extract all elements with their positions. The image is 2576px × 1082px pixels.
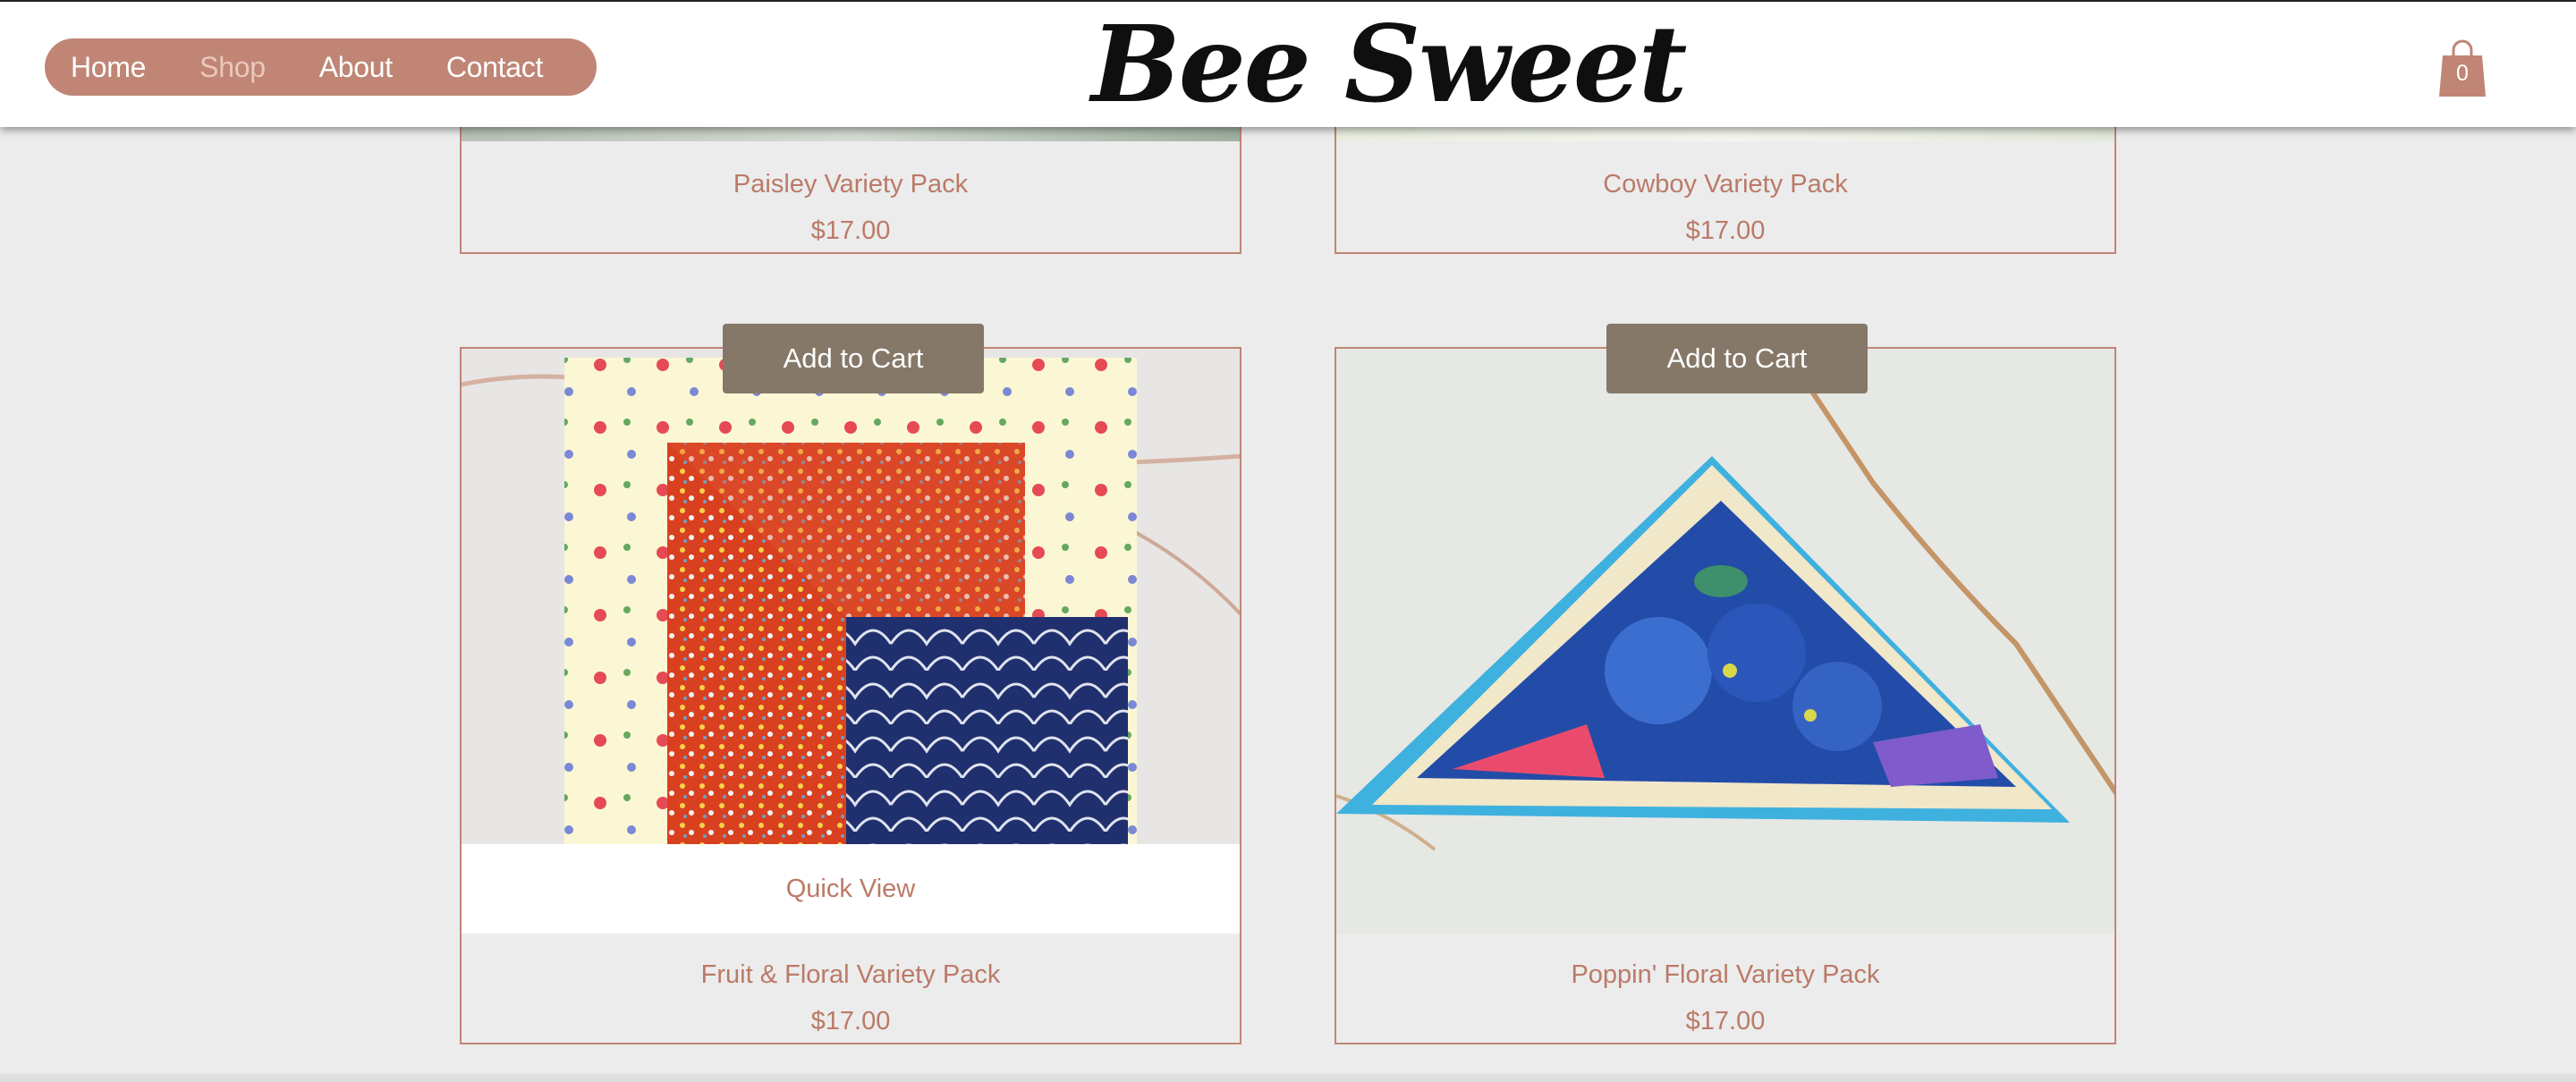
cart-count: 0 xyxy=(2456,61,2469,86)
nav-contact[interactable]: Contact xyxy=(446,51,543,84)
product-card-fruit-floral[interactable]: Quick View Fruit & Floral Variety Pack $… xyxy=(460,347,1241,1044)
site-logo[interactable]: Bee Sweet xyxy=(1091,2,1687,127)
product-title[interactable]: Fruit & Floral Variety Pack xyxy=(462,960,1240,990)
product-price: $17.00 xyxy=(1685,216,1766,245)
product-title[interactable]: Paisley Variety Pack xyxy=(462,170,1240,199)
product-image-cowboy[interactable] xyxy=(1336,127,2114,141)
fabric-wraps-image xyxy=(462,349,1240,844)
nav-shop[interactable]: Shop xyxy=(199,51,266,84)
product-price: $17.00 xyxy=(810,1007,891,1036)
product-title[interactable]: Cowboy Variety Pack xyxy=(1336,170,2114,199)
triangle-wraps-image xyxy=(1336,349,2114,934)
add-to-cart-button[interactable]: Add to Cart xyxy=(723,324,984,393)
product-title[interactable]: Poppin' Floral Variety Pack xyxy=(1336,960,2114,990)
nav-home[interactable]: Home xyxy=(71,51,146,84)
product-image-paisley[interactable] xyxy=(462,127,1240,141)
product-price: $17.00 xyxy=(1685,1007,1766,1036)
product-card-poppin-floral[interactable]: Poppin' Floral Variety Pack $17.00 xyxy=(1335,347,2116,1044)
product-image-poppin-floral[interactable] xyxy=(1336,349,2114,934)
site-header: Home Shop About Contact Bee Sweet 0 xyxy=(0,0,2576,127)
nav-about[interactable]: About xyxy=(319,51,393,84)
product-image-fruit-floral[interactable] xyxy=(462,349,1240,844)
page-bottom-edge xyxy=(0,1073,2576,1082)
product-price: $17.00 xyxy=(810,216,891,245)
cart-button[interactable]: 0 xyxy=(2437,38,2487,98)
add-to-cart-button[interactable]: Add to Cart xyxy=(1606,324,1868,393)
quick-view-button[interactable]: Quick View xyxy=(462,844,1240,934)
main-nav: Home Shop About Contact xyxy=(45,38,597,96)
